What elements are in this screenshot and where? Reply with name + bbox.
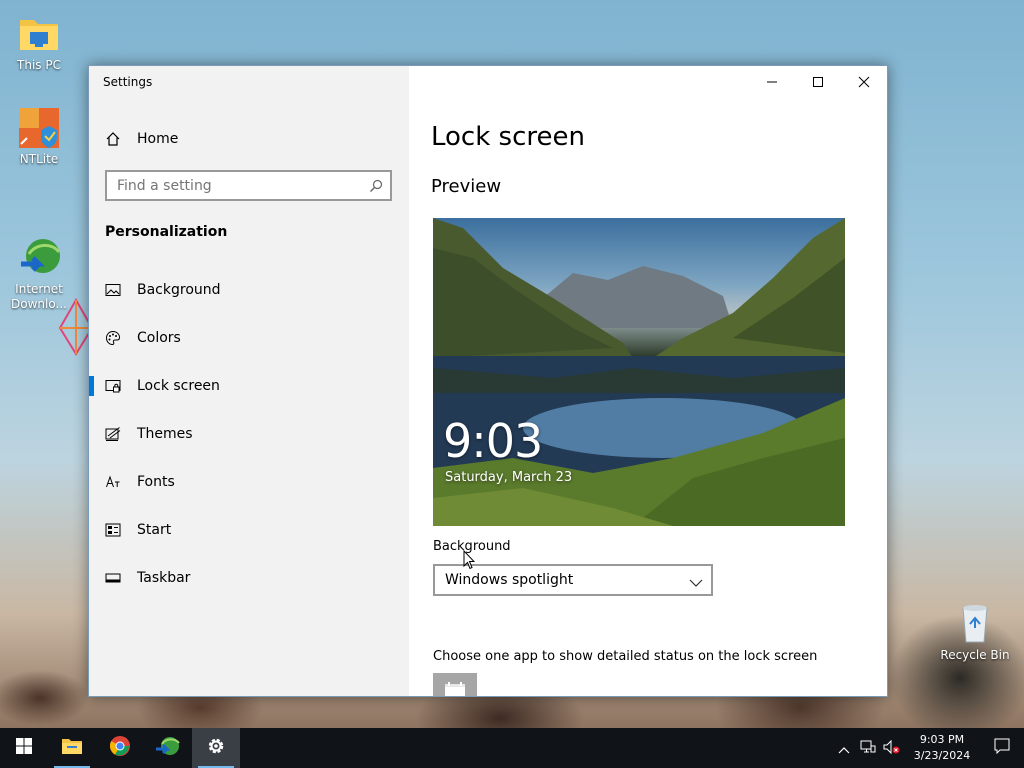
window-title: Settings xyxy=(103,75,153,89)
minimize-icon xyxy=(766,73,778,92)
taskbar-time: 9:03 PM xyxy=(919,733,965,746)
desktop-icon-internet-download-manager[interactable]: Internet Downlo... xyxy=(0,206,78,312)
nav-item-start[interactable]: Start xyxy=(89,506,409,554)
status-app-label: Choose one app to show detailed status o… xyxy=(433,649,818,664)
desktop-icon-label: This PC xyxy=(17,58,61,72)
themes-icon xyxy=(105,426,121,442)
nav-item-taskbar[interactable]: Taskbar xyxy=(89,554,409,602)
close-button[interactable] xyxy=(841,66,887,98)
recycle-bin-icon xyxy=(953,602,997,646)
nav-item-label: Taskbar xyxy=(137,570,191,586)
background-dropdown-value: Windows spotlight xyxy=(445,572,574,588)
section-title: Personalization xyxy=(105,224,228,240)
lock-screen-preview: 9:03 Saturday, March 23 xyxy=(433,218,845,526)
volume-muted-icon xyxy=(883,739,901,758)
ntlite-icon xyxy=(17,106,61,150)
status-app-button[interactable] xyxy=(433,673,477,696)
home-label: Home xyxy=(137,131,179,147)
search-icon[interactable] xyxy=(369,178,383,197)
settings-nav-list: Background Colors Lock screen Themes Fon… xyxy=(89,266,409,602)
desktop-icon-this-pc[interactable]: This PC xyxy=(0,12,78,73)
volume-button[interactable] xyxy=(880,728,904,768)
preview-clock: 9:03 xyxy=(443,414,543,468)
minimize-button[interactable] xyxy=(749,66,795,98)
folder-icon xyxy=(17,12,61,56)
taskbar-date: 3/23/2024 xyxy=(913,749,971,762)
taskbar-internet-download-manager[interactable] xyxy=(144,728,192,768)
page-title: Lock screen xyxy=(431,122,585,152)
start-button[interactable] xyxy=(0,728,48,768)
taskbar-chrome[interactable] xyxy=(96,728,144,768)
palette-icon xyxy=(105,330,121,346)
windows-logo-icon xyxy=(16,738,32,758)
calendar-icon xyxy=(444,681,466,696)
chrome-icon xyxy=(109,735,131,761)
settings-window: Settings Home Personalization Background xyxy=(88,65,888,697)
nav-item-label: Themes xyxy=(137,426,193,442)
nav-item-label: Lock screen xyxy=(137,378,220,394)
desktop-icon-ntlite[interactable]: NTLite xyxy=(0,106,78,167)
nav-item-colors[interactable]: Colors xyxy=(89,314,409,362)
nav-item-background[interactable]: Background xyxy=(89,266,409,314)
globe-download-icon xyxy=(155,735,181,761)
preview-heading: Preview xyxy=(431,176,502,197)
gear-icon xyxy=(206,736,226,760)
show-hidden-icons-button[interactable] xyxy=(832,728,856,768)
search-box[interactable] xyxy=(105,170,392,201)
preview-date: Saturday, March 23 xyxy=(445,470,573,485)
lock-screen-icon xyxy=(105,378,121,394)
maximize-icon xyxy=(812,73,824,92)
globe-download-icon xyxy=(17,221,61,273)
chevron-down-icon xyxy=(689,574,703,593)
taskbar-icon xyxy=(105,570,121,586)
network-icon xyxy=(860,739,876,758)
folder-icon xyxy=(61,737,83,759)
lock-screen-content: Lock screen Preview 9:03 Saturday, March… xyxy=(409,66,887,696)
search-input[interactable] xyxy=(107,172,357,199)
taskbar: 9:03 PM 3/23/2024 xyxy=(0,728,1024,768)
notification-icon xyxy=(994,738,1010,758)
nav-item-lock-screen[interactable]: Lock screen xyxy=(89,362,409,410)
home-icon xyxy=(105,131,121,147)
background-dropdown[interactable]: Windows spotlight xyxy=(433,564,713,596)
close-icon xyxy=(858,73,870,92)
action-center-button[interactable] xyxy=(980,728,1024,768)
taskbar-clock[interactable]: 9:03 PM 3/23/2024 xyxy=(904,732,980,764)
mouse-cursor-icon xyxy=(463,549,476,574)
nav-item-label: Colors xyxy=(137,330,181,346)
fonts-icon xyxy=(105,474,121,490)
nav-item-label: Start xyxy=(137,522,172,538)
chevron-up-icon xyxy=(838,739,850,758)
nav-item-label: Fonts xyxy=(137,474,175,490)
system-tray: 9:03 PM 3/23/2024 xyxy=(832,728,1024,768)
home-link[interactable]: Home xyxy=(105,128,178,150)
window-caption-buttons xyxy=(749,66,887,98)
network-button[interactable] xyxy=(856,728,880,768)
nav-item-label: Background xyxy=(137,282,221,298)
taskbar-settings[interactable] xyxy=(192,728,240,768)
taskbar-file-explorer[interactable] xyxy=(48,728,96,768)
settings-nav-pane: Settings Home Personalization Background xyxy=(89,66,409,696)
nav-item-fonts[interactable]: Fonts xyxy=(89,458,409,506)
maximize-button[interactable] xyxy=(795,66,841,98)
nav-item-themes[interactable]: Themes xyxy=(89,410,409,458)
desktop-icon-label: NTLite xyxy=(19,152,59,166)
image-icon xyxy=(105,282,121,298)
desktop-icon-label: Recycle Bin xyxy=(940,648,1010,662)
start-icon xyxy=(105,522,121,538)
desktop-icon-recycle-bin[interactable]: Recycle Bin xyxy=(936,602,1014,663)
